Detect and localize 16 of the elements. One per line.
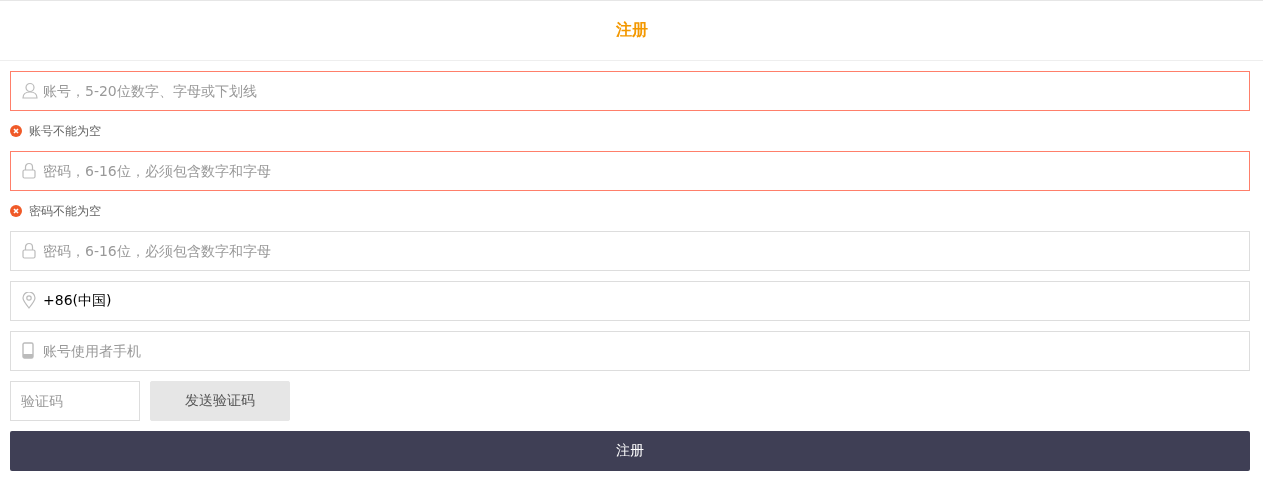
verification-code-field[interactable]: 验证码 (10, 381, 140, 421)
input-field[interactable]: 密码，6-16位，必须包含数字和字母 (10, 151, 1250, 191)
error-message: 账号不能为空 (29, 122, 101, 140)
phone-icon (22, 342, 34, 359)
user-icon (22, 82, 38, 99)
location-pin-icon (22, 292, 36, 309)
error-icon (10, 125, 22, 137)
input-field[interactable]: 账号，5-20位数字、字母或下划线 (10, 71, 1250, 111)
page-title: 注册 (615, 20, 648, 41)
lock-icon (22, 242, 36, 259)
lock-icon (22, 162, 36, 179)
error-message: 密码不能为空 (29, 202, 101, 220)
input-field[interactable]: +86(中国) (10, 281, 1250, 321)
send-code-button[interactable]: 发送验证码 (150, 381, 290, 421)
error-icon (10, 205, 22, 217)
register-button[interactable]: 注册 (10, 431, 1250, 471)
